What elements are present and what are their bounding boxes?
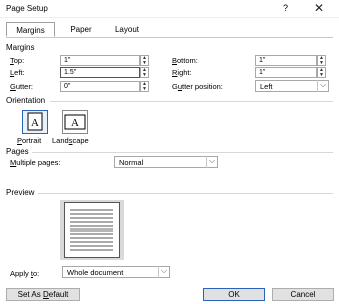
left-margin-input[interactable]: 1.5" — [60, 67, 140, 78]
right-margin-input[interactable]: 1" — [255, 67, 317, 78]
portrait-button[interactable]: A — [22, 110, 48, 134]
preview-rule — [38, 193, 333, 194]
svg-text:A: A — [71, 117, 79, 129]
help-button[interactable]: ? — [283, 3, 288, 13]
landscape-icon: A — [64, 114, 86, 130]
gutter-position-label: Gutter position: — [172, 82, 223, 91]
gutter-position-value: Left — [260, 82, 273, 91]
tab-divider — [6, 37, 333, 38]
tab-layout[interactable]: Layout — [106, 22, 148, 37]
set-as-default-button[interactable]: Set As Default — [6, 288, 80, 301]
dialog-title: Page Setup — [6, 4, 48, 13]
multiple-pages-value: Normal — [119, 158, 144, 167]
tab-paper-label: Paper — [70, 25, 92, 34]
tab-layout-label: Layout — [114, 25, 140, 34]
chevron-down-icon[interactable]: ⌵ — [317, 80, 328, 92]
bottom-label: Bottom: — [172, 56, 198, 65]
apply-to-select[interactable]: Whole document — [62, 266, 170, 278]
close-button[interactable]: ✕ — [314, 1, 324, 15]
multiple-pages-select[interactable]: Normal — [114, 156, 218, 168]
landscape-label: Landscape — [52, 136, 89, 145]
left-label: Left: — [10, 68, 25, 77]
chevron-down-icon[interactable]: ⌵ — [206, 156, 217, 168]
preview-page-lines — [70, 209, 113, 251]
pages-heading: Pages — [6, 147, 29, 156]
tab-paper[interactable]: Paper — [60, 22, 102, 37]
gutter-input[interactable]: 0" — [60, 81, 140, 92]
orientation-heading: Orientation — [6, 96, 46, 105]
apply-to-value: Whole document — [67, 268, 124, 277]
right-label: Right: — [172, 68, 192, 77]
apply-to-label: Apply to: — [10, 269, 40, 278]
gutter-label: Gutter: — [10, 82, 33, 91]
preview-page — [64, 202, 120, 258]
top-label: Top: — [10, 56, 25, 65]
landscape-button[interactable]: A — [62, 110, 88, 134]
cancel-button[interactable]: Cancel — [272, 288, 334, 301]
left-spin-icon[interactable]: ▲ ▼ — [140, 67, 149, 78]
portrait-icon: A — [27, 112, 43, 131]
right-spin-icon[interactable]: ▲ ▼ — [317, 67, 326, 78]
top-spin-icon[interactable]: ▲ ▼ — [140, 55, 149, 66]
multiple-pages-label: Multiple pages: — [10, 158, 61, 167]
orientation-rule — [50, 101, 333, 102]
preview-heading: Preview — [6, 188, 35, 197]
chevron-down-icon[interactable]: ⌵ — [158, 266, 169, 278]
portrait-label: Portrait — [17, 136, 42, 145]
tab-margins-label: Margins — [16, 26, 45, 35]
bottom-margin-input[interactable]: 1" — [255, 55, 317, 66]
bottom-spin-icon[interactable]: ▲ ▼ — [317, 55, 326, 66]
ok-button[interactable]: OK — [203, 288, 265, 301]
svg-text:A: A — [31, 117, 39, 129]
title-bar — [0, 0, 339, 18]
gutter-spin-icon[interactable]: ▲ ▼ — [140, 81, 149, 92]
pages-rule — [32, 152, 333, 153]
tab-margins[interactable]: Margins — [6, 22, 55, 37]
top-margin-input[interactable]: 1" — [60, 55, 140, 66]
margins-heading: Margins — [6, 43, 35, 52]
